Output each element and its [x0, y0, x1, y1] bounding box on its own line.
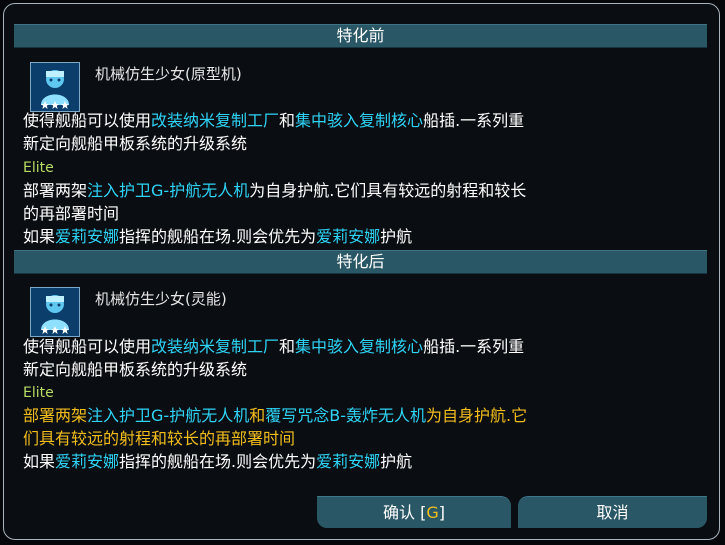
elite-line-2-after: 们具有较远的射程和较长的再部署时间	[23, 429, 296, 448]
confirm-button[interactable]: 确认 [G]	[317, 496, 511, 528]
elite-label-before: Elite	[23, 160, 54, 176]
elite-line-2-before: 的再部署时间	[23, 204, 120, 223]
android-portrait-icon	[30, 287, 80, 337]
module-title-after: 机械仿生少女(灵能)	[95, 290, 227, 308]
elite-line-1-before: 部署两架注入护卫G-护航无人机为自身护航.它们具有较远的射程和较长	[23, 181, 527, 200]
section-header-before: 特化前	[14, 24, 707, 48]
section-header-after: 特化后	[14, 250, 707, 274]
elite-line-1-after: 部署两架注入护卫G-护航无人机和覆写咒念B-轰炸无人机为自身护航.它	[23, 406, 528, 425]
description-line-1-after: 使得舰船可以使用改装纳米复制工厂和集中骇入复制核心船插.一系列重	[23, 337, 525, 356]
android-portrait-icon	[30, 62, 80, 112]
cancel-button[interactable]: 取消	[518, 496, 707, 528]
description-line-1-before: 使得舰船可以使用改装纳米复制工厂和集中骇入复制核心船插.一系列重	[23, 111, 525, 130]
confirm-label: 确认	[382, 503, 415, 522]
condition-line-after: 如果爱莉安娜指挥的舰船在场.则会优先为爱莉安娜护航	[23, 452, 413, 471]
description-line-2-before: 新定向舰船甲板系统的升级系统	[23, 134, 248, 153]
hotkey-hint: [G]	[420, 503, 445, 522]
condition-line-before: 如果爱莉安娜指挥的舰船在场.则会优先为爱莉安娜护航	[23, 227, 413, 246]
elite-label-after: Elite	[23, 385, 54, 401]
description-line-2-after: 新定向舰船甲板系统的升级系统	[23, 360, 248, 379]
module-title-before: 机械仿生少女(原型机)	[95, 65, 242, 83]
